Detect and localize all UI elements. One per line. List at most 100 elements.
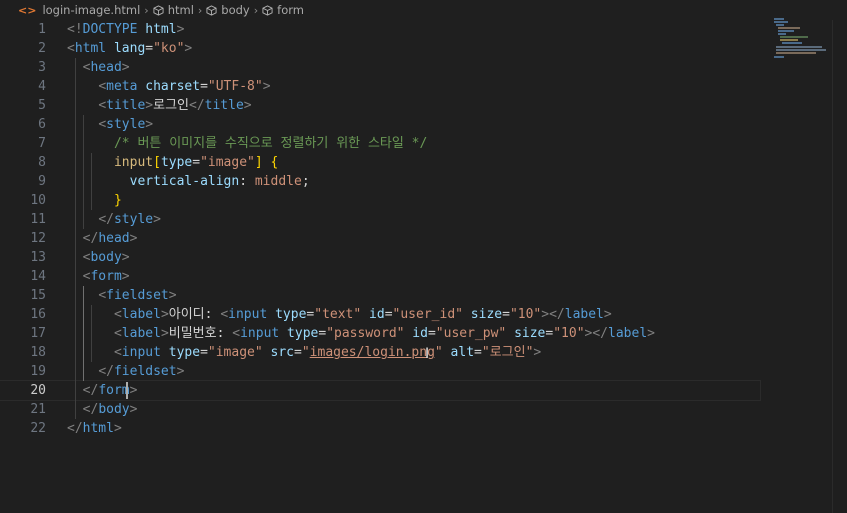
cube-icon: [206, 4, 217, 16]
code-token: </: [82, 231, 99, 246]
code-token: >: [176, 364, 185, 379]
code-line[interactable]: 4 <meta charset="UTF-8">: [0, 77, 760, 96]
code-line[interactable]: 20 </form>: [0, 380, 761, 401]
code-line[interactable]: 7 /* 버튼 이미지를 수직으로 정렬하기 위한 스타일 */: [0, 134, 760, 153]
code-line[interactable]: 17 <label>비밀번호: <input type="password" i…: [0, 324, 760, 343]
minimap[interactable]: [770, 16, 840, 60]
code-token: "10": [553, 326, 585, 341]
code-token: "ko": [153, 41, 185, 56]
code-token: DOCTYPE: [82, 22, 138, 37]
code-token: label: [564, 307, 604, 322]
code-token: type: [279, 326, 319, 341]
code-token: ;: [301, 174, 310, 189]
code-line[interactable]: 3 <head>: [0, 58, 760, 77]
minimap-line: [780, 39, 798, 41]
breadcrumb-file[interactable]: login-image.html: [42, 3, 140, 17]
minimap-line: [774, 18, 784, 20]
cube-icon: [262, 4, 273, 16]
code-token: >: [541, 307, 550, 322]
code-text: <!DOCTYPE html>: [67, 20, 184, 39]
code-token: [: [153, 155, 161, 170]
minimap-line: [776, 24, 784, 26]
code-line[interactable]: 21 </body>: [0, 400, 760, 419]
code-text: <body>: [67, 248, 130, 267]
code-line[interactable]: 6 <style>: [0, 115, 760, 134]
code-line[interactable]: 9 vertical-align: middle;: [0, 172, 760, 191]
code-line[interactable]: 19 </fieldset>: [0, 362, 760, 381]
code-token: <: [113, 326, 122, 341]
breadcrumb-item-html[interactable]: html: [168, 3, 194, 17]
code-line[interactable]: 22 </html>: [0, 419, 760, 438]
code-line[interactable]: 5 <title>로그인</title>: [0, 96, 760, 115]
code-token: >: [160, 326, 169, 341]
code-token: label: [121, 326, 161, 341]
code-token: body: [98, 402, 130, 417]
minimap-line: [776, 52, 816, 54]
code-line[interactable]: 15 <fieldset>: [0, 286, 760, 305]
code-token: head: [90, 60, 122, 75]
vertical-scrollbar[interactable]: [832, 20, 847, 513]
mouse-ibeam-icon: I: [425, 346, 430, 362]
code-token: "UTF-8": [207, 79, 263, 94]
code-token: >: [129, 402, 138, 417]
line-number: 18: [30, 345, 46, 360]
code-line[interactable]: 12 </head>: [0, 229, 760, 248]
code-token: input: [228, 307, 268, 322]
line-number: 10: [30, 193, 46, 208]
code-line[interactable]: 13 <body>: [0, 248, 760, 267]
code-text: <meta charset="UTF-8">: [67, 77, 270, 96]
indent-guide: [91, 305, 92, 362]
code-token: /* 버튼 이미지를 수직으로 정렬하기 위한 스타일 */: [113, 136, 428, 151]
line-number: 1: [38, 22, 46, 37]
code-token: fieldset: [106, 288, 169, 303]
code-token: input: [240, 326, 280, 341]
code-token: >: [145, 98, 154, 113]
code-token: >: [176, 22, 185, 37]
chevron-right-icon: ›: [144, 3, 149, 17]
code-token: "image": [200, 155, 255, 170]
minimap-line: [776, 46, 822, 48]
code-token: "password": [326, 326, 405, 341]
code-line[interactable]: 18 <input type="image" src="images/login…: [0, 343, 760, 362]
code-token: =: [384, 307, 393, 322]
code-text: </html>: [67, 419, 122, 438]
code-token: input: [113, 155, 154, 170]
line-number: 3: [38, 60, 46, 75]
code-token: style: [113, 212, 154, 227]
minimap-line: [778, 27, 800, 29]
line-number: 12: [30, 231, 46, 246]
code-line[interactable]: 11 </style>: [0, 210, 760, 229]
code-token: "image": [207, 345, 263, 360]
code-token: form: [90, 269, 122, 284]
code-token: size: [506, 326, 546, 341]
code-token: size: [462, 307, 503, 322]
line-number: 21: [30, 402, 46, 417]
code-line[interactable]: 1 <!DOCTYPE html>: [0, 20, 760, 39]
code-token: </: [549, 307, 565, 322]
code-text: <label>비밀번호: <input type="password" id="…: [67, 324, 655, 343]
code-token: >: [533, 345, 542, 360]
code-editor[interactable]: 1 <!DOCTYPE html> 2 <html lang="ko"> 3 <head…: [0, 20, 847, 513]
code-text: <style>: [67, 115, 153, 134]
code-token: "로그인": [481, 345, 534, 360]
code-line[interactable]: 16 <label>아이디: <input type="text" id="us…: [0, 305, 760, 324]
code-token: <!: [67, 22, 83, 37]
code-text: <title>로그인</title>: [67, 96, 251, 115]
code-text: <form>: [67, 267, 130, 286]
code-text: </style>: [67, 210, 161, 229]
indent-guide: [83, 286, 84, 381]
code-line[interactable]: 2 <html lang="ko">: [0, 39, 760, 58]
line-number: 11: [30, 212, 46, 227]
text-cursor: [126, 382, 128, 399]
code-token: </: [592, 326, 609, 341]
code-token: label: [608, 326, 648, 341]
code-line[interactable]: 8 input[type="image"] {: [0, 153, 760, 172]
breadcrumb-item-body[interactable]: body: [221, 3, 249, 17]
code-token: >: [647, 326, 655, 341]
breadcrumb-item-form[interactable]: form: [277, 3, 304, 17]
code-line[interactable]: 14 <form>: [0, 267, 760, 286]
code-line[interactable]: 10 }: [0, 191, 760, 210]
line-number: 2: [38, 41, 46, 56]
line-number: 16: [30, 307, 46, 322]
